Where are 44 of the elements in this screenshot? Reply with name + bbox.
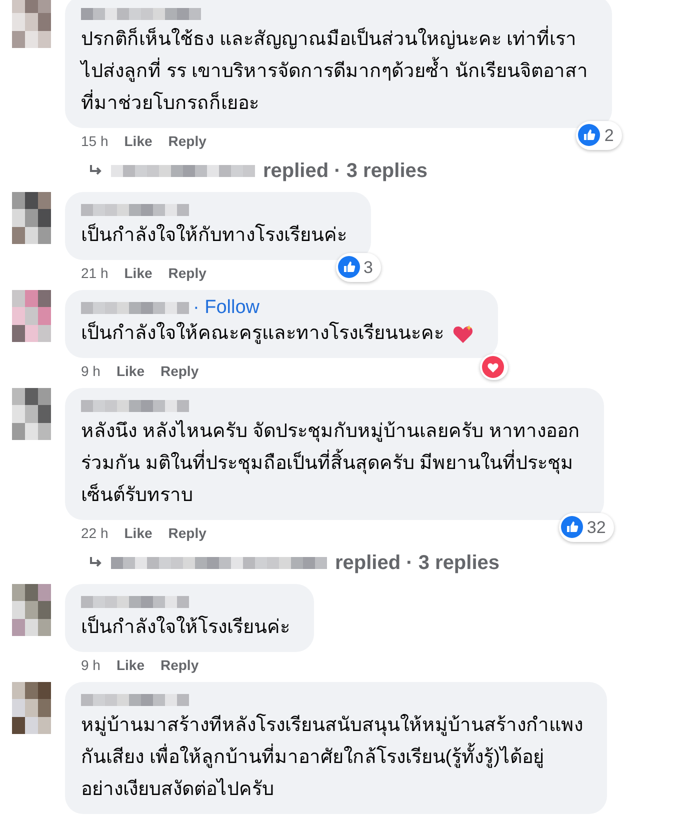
view-replies-link[interactable]: replied · 3 replies: [263, 156, 428, 186]
reply-button[interactable]: Reply: [168, 263, 206, 284]
view-replies-link[interactable]: replied · 3 replies: [335, 548, 500, 578]
like-button[interactable]: Like: [124, 131, 152, 152]
reply-button[interactable]: Reply: [168, 131, 206, 152]
comment-text: หลังนึง หลังไหนครับ จัดประชุมกับหมู่บ้านเลยครับ หาทางออก: [81, 419, 580, 444]
comment-text: ปรกติก็เห็นใช้ธง และสัญญาณมือเป็นส่วนใหญ่นะคะ เท่าที่เรา: [81, 24, 588, 56]
avatar[interactable]: [12, 682, 51, 734]
reply-button[interactable]: Reply: [160, 655, 199, 676]
comment-text: ไปส่งลูกที่ รร เขาบริหารจัดการดีมากๆด้วยซ้ำ นักเรียนจิตอาสา: [81, 56, 588, 88]
reaction-badge[interactable]: 32: [558, 512, 614, 542]
reaction-count: 32: [586, 516, 607, 538]
comment-text: หมู่บ้านมาสร้างทีหลังโรงเรียนสนับสนุนให้หมู่บ้านสร้างกำแพง: [81, 712, 583, 738]
thumbs-up-icon: [560, 516, 583, 538]
comment-text: เป็นกำลังใจให้โรงเรียนค่ะ: [81, 614, 290, 640]
comment-time[interactable]: 9 h: [81, 361, 100, 382]
like-button[interactable]: Like: [116, 655, 144, 676]
comment-time[interactable]: 9 h: [81, 655, 100, 676]
avatar[interactable]: [12, 0, 51, 48]
comment-text: เซ็นต์รับทราบ: [81, 482, 194, 508]
avatar[interactable]: [12, 290, 51, 342]
reply-button[interactable]: Reply: [168, 523, 206, 544]
comment-text: กันเสียง เพื่อให้ลูกบ้านที่มาอาศัยใกล้โรงเรียน(รู้ทั้งรู้)ได้อยู่: [81, 742, 583, 774]
avatar[interactable]: [12, 584, 51, 636]
comment-time[interactable]: 15 h: [81, 131, 108, 152]
reaction-count: 3: [364, 256, 374, 278]
comment-time[interactable]: 22 h: [81, 523, 108, 544]
thumbs-up-icon: [338, 256, 360, 278]
comment-text: เป็นกำลังใจให้กับทางโรงเรียนค่ะ: [81, 222, 347, 248]
reaction-badge[interactable]: 3: [336, 252, 381, 282]
thumbs-up-icon: [578, 124, 600, 146]
reaction-count: 2: [604, 124, 615, 146]
avatar[interactable]: [12, 388, 51, 440]
comment-text: ที่มาช่วยโบกรถก็เยอะ: [81, 88, 588, 120]
like-button[interactable]: Like: [124, 523, 152, 544]
like-button[interactable]: Like: [116, 361, 144, 382]
like-button[interactable]: Like: [124, 263, 152, 284]
comment-text: ร่วมกัน มติในที่ประชุมถือเป็นที่สิ้นสุดครับ มีพยานในที่ประชุม: [81, 448, 580, 480]
reaction-badge[interactable]: 2: [576, 120, 622, 150]
comment-text: อย่างเงียบสงัดต่อไปครับ: [81, 777, 275, 802]
comment-time[interactable]: 21 h: [81, 263, 108, 284]
avatar[interactable]: [12, 192, 51, 244]
reaction-badge[interactable]: [480, 354, 508, 380]
reply-button[interactable]: Reply: [160, 361, 199, 382]
